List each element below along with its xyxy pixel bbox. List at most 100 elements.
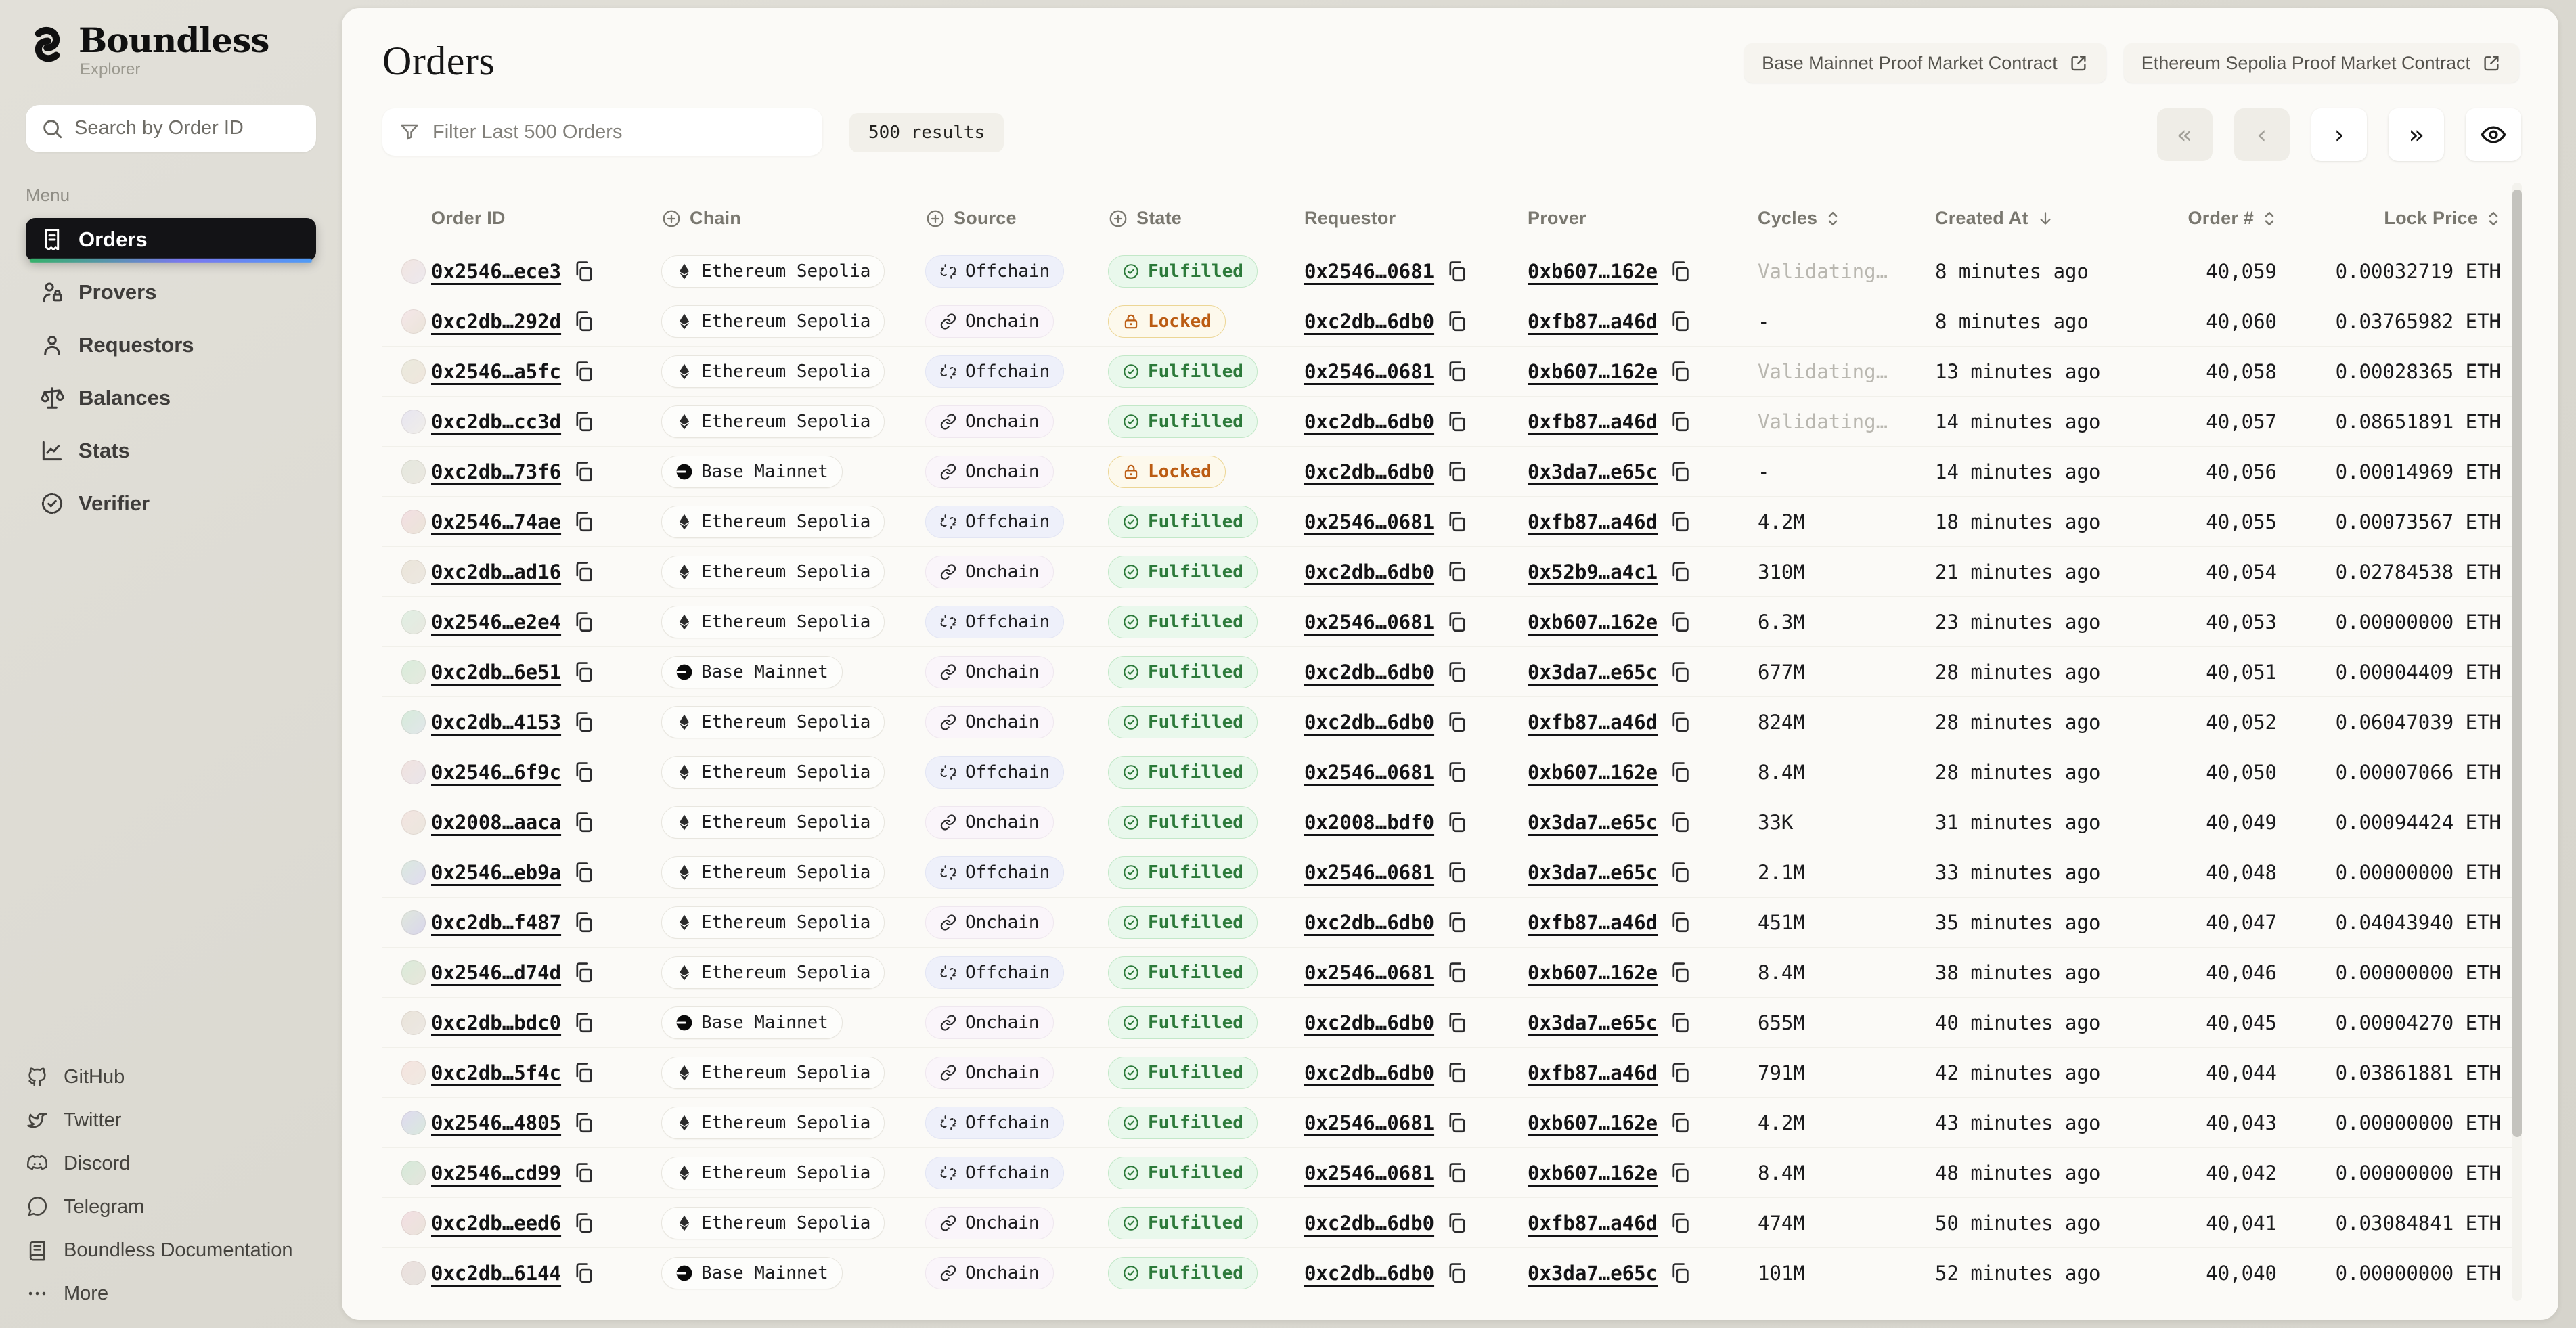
copy-icon[interactable] bbox=[1445, 510, 1468, 533]
table-row[interactable]: 0xc2db…73f6 Base Mainnet Onchain Locked … bbox=[382, 447, 2521, 497]
table-row[interactable]: 0xc2db…eed6 Ethereum Sepolia Onchain Ful… bbox=[382, 1198, 2521, 1248]
table-row[interactable]: 0xc2db…6e51 Base Mainnet Onchain Fulfill… bbox=[382, 647, 2521, 697]
copy-icon[interactable] bbox=[1668, 360, 1691, 383]
table-row[interactable]: 0x2546…a5fc Ethereum Sepolia Offchain Fu… bbox=[382, 347, 2521, 397]
copy-icon[interactable] bbox=[572, 611, 595, 634]
prover-link[interactable]: 0xfb87…a46d bbox=[1528, 310, 1658, 333]
sidebar-item-provers[interactable]: Provers bbox=[26, 271, 316, 314]
prover-link[interactable]: 0xb607…162e bbox=[1528, 360, 1658, 383]
copy-icon[interactable] bbox=[572, 1011, 595, 1034]
requestor-link[interactable]: 0xc2db…6db0 bbox=[1304, 1262, 1434, 1285]
copy-icon[interactable] bbox=[1668, 1161, 1691, 1185]
copy-icon[interactable] bbox=[1668, 811, 1691, 834]
base-mainnet-contract-button[interactable]: Base Mainnet Proof Market Contract bbox=[1744, 43, 2106, 83]
column-header-prover[interactable]: Prover bbox=[1528, 208, 1758, 229]
copy-icon[interactable] bbox=[1445, 811, 1468, 834]
copy-icon[interactable] bbox=[572, 410, 595, 433]
table-row[interactable]: 0x2546…eb9a Ethereum Sepolia Offchain Fu… bbox=[382, 847, 2521, 898]
sidebar-item-balances[interactable]: Balances bbox=[26, 376, 316, 420]
requestor-link[interactable]: 0x2546…0681 bbox=[1304, 611, 1434, 634]
eth-sepolia-contract-button[interactable]: Ethereum Sepolia Proof Market Contract bbox=[2124, 43, 2519, 83]
column-header-order-id[interactable]: Order ID bbox=[431, 208, 661, 229]
order-id-link[interactable]: 0x2008…aaca bbox=[431, 811, 561, 834]
table-row[interactable]: 0x2546…cd99 Ethereum Sepolia Offchain Fu… bbox=[382, 1148, 2521, 1198]
first-page-button[interactable]: « bbox=[2157, 108, 2213, 161]
copy-icon[interactable] bbox=[1445, 1011, 1468, 1034]
prover-link[interactable]: 0xb607…162e bbox=[1528, 1161, 1658, 1185]
table-row[interactable]: 0x2546…e2e4 Ethereum Sepolia Offchain Fu… bbox=[382, 597, 2521, 647]
copy-icon[interactable] bbox=[1668, 1061, 1691, 1084]
prover-link[interactable]: 0xfb87…a46d bbox=[1528, 1061, 1658, 1084]
next-page-button[interactable]: › bbox=[2311, 108, 2367, 161]
requestor-link[interactable]: 0xc2db…6db0 bbox=[1304, 460, 1434, 483]
copy-icon[interactable] bbox=[1668, 911, 1691, 934]
prover-link[interactable]: 0xfb87…a46d bbox=[1528, 711, 1658, 734]
copy-icon[interactable] bbox=[1445, 360, 1468, 383]
requestor-link[interactable]: 0xc2db…6db0 bbox=[1304, 1212, 1434, 1235]
prover-link[interactable]: 0x3da7…e65c bbox=[1528, 811, 1658, 834]
copy-icon[interactable] bbox=[1445, 961, 1468, 984]
order-id-link[interactable]: 0xc2db…4153 bbox=[431, 711, 561, 734]
link-telegram[interactable]: Telegram bbox=[26, 1190, 293, 1224]
link-more[interactable]: More bbox=[26, 1277, 293, 1310]
requestor-link[interactable]: 0xc2db…6db0 bbox=[1304, 711, 1434, 734]
copy-icon[interactable] bbox=[1668, 260, 1691, 283]
requestor-link[interactable]: 0x2546…0681 bbox=[1304, 761, 1434, 784]
copy-icon[interactable] bbox=[1668, 510, 1691, 533]
prover-link[interactable]: 0x3da7…e65c bbox=[1528, 661, 1658, 684]
order-id-link[interactable]: 0xc2db…cc3d bbox=[431, 410, 561, 433]
copy-icon[interactable] bbox=[572, 661, 595, 684]
requestor-link[interactable]: 0xc2db…6db0 bbox=[1304, 410, 1434, 433]
copy-icon[interactable] bbox=[1668, 861, 1691, 884]
order-id-link[interactable]: 0x2546…cd99 bbox=[431, 1161, 561, 1185]
table-row[interactable]: 0xc2db…bdc0 Base Mainnet Onchain Fulfill… bbox=[382, 998, 2521, 1048]
order-id-link[interactable]: 0x2546…e2e4 bbox=[431, 611, 561, 634]
table-row[interactable]: 0x2008…aaca Ethereum Sepolia Onchain Ful… bbox=[382, 797, 2521, 847]
copy-icon[interactable] bbox=[1668, 611, 1691, 634]
copy-icon[interactable] bbox=[572, 1212, 595, 1235]
copy-icon[interactable] bbox=[1445, 1061, 1468, 1084]
requestor-link[interactable]: 0xc2db…6db0 bbox=[1304, 1011, 1434, 1034]
prover-link[interactable]: 0xb607…162e bbox=[1528, 961, 1658, 984]
copy-icon[interactable] bbox=[1668, 410, 1691, 433]
prover-link[interactable]: 0x3da7…e65c bbox=[1528, 861, 1658, 884]
table-row[interactable]: 0xc2db…f487 Ethereum Sepolia Onchain Ful… bbox=[382, 898, 2521, 948]
order-search[interactable] bbox=[26, 105, 316, 152]
logo[interactable]: Boundless Explorer bbox=[26, 23, 316, 79]
table-row[interactable]: 0xc2db…292d Ethereum Sepolia Onchain Loc… bbox=[382, 296, 2521, 347]
requestor-link[interactable]: 0xc2db…6db0 bbox=[1304, 560, 1434, 583]
copy-icon[interactable] bbox=[1445, 711, 1468, 734]
column-header-cycles[interactable]: Cycles bbox=[1758, 208, 1935, 229]
order-id-link[interactable]: 0xc2db…ad16 bbox=[431, 560, 561, 583]
requestor-link[interactable]: 0xc2db…6db0 bbox=[1304, 1061, 1434, 1084]
prover-link[interactable]: 0xb607…162e bbox=[1528, 761, 1658, 784]
copy-icon[interactable] bbox=[572, 460, 595, 483]
requestor-link[interactable]: 0xc2db…6db0 bbox=[1304, 661, 1434, 684]
copy-icon[interactable] bbox=[1668, 661, 1691, 684]
copy-icon[interactable] bbox=[1445, 1212, 1468, 1235]
copy-icon[interactable] bbox=[572, 961, 595, 984]
prover-link[interactable]: 0x52b9…a4c1 bbox=[1528, 560, 1658, 583]
column-header-created-at[interactable]: Created At bbox=[1935, 208, 2175, 229]
copy-icon[interactable] bbox=[1445, 560, 1468, 583]
link-github[interactable]: GitHub bbox=[26, 1060, 293, 1094]
copy-icon[interactable] bbox=[572, 1061, 595, 1084]
scrollbar-thumb[interactable] bbox=[2512, 190, 2522, 1137]
filter-input[interactable] bbox=[432, 121, 806, 143]
order-id-link[interactable]: 0xc2db…5f4c bbox=[431, 1061, 561, 1084]
prover-link[interactable]: 0x3da7…e65c bbox=[1528, 460, 1658, 483]
order-id-link[interactable]: 0xc2db…73f6 bbox=[431, 460, 561, 483]
copy-icon[interactable] bbox=[1445, 761, 1468, 784]
order-id-link[interactable]: 0xc2db…bdc0 bbox=[431, 1011, 561, 1034]
table-row[interactable]: 0x2546…4805 Ethereum Sepolia Offchain Fu… bbox=[382, 1098, 2521, 1148]
copy-icon[interactable] bbox=[1445, 410, 1468, 433]
requestor-link[interactable]: 0x2546…0681 bbox=[1304, 861, 1434, 884]
copy-icon[interactable] bbox=[1668, 761, 1691, 784]
copy-icon[interactable] bbox=[1445, 1161, 1468, 1185]
copy-icon[interactable] bbox=[1668, 310, 1691, 333]
copy-icon[interactable] bbox=[1445, 661, 1468, 684]
prover-link[interactable]: 0xfb87…a46d bbox=[1528, 911, 1658, 934]
link-twitter[interactable]: Twitter bbox=[26, 1103, 293, 1137]
table-row[interactable]: 0xc2db…cc3d Ethereum Sepolia Onchain Ful… bbox=[382, 397, 2521, 447]
last-page-button[interactable]: » bbox=[2389, 108, 2444, 161]
